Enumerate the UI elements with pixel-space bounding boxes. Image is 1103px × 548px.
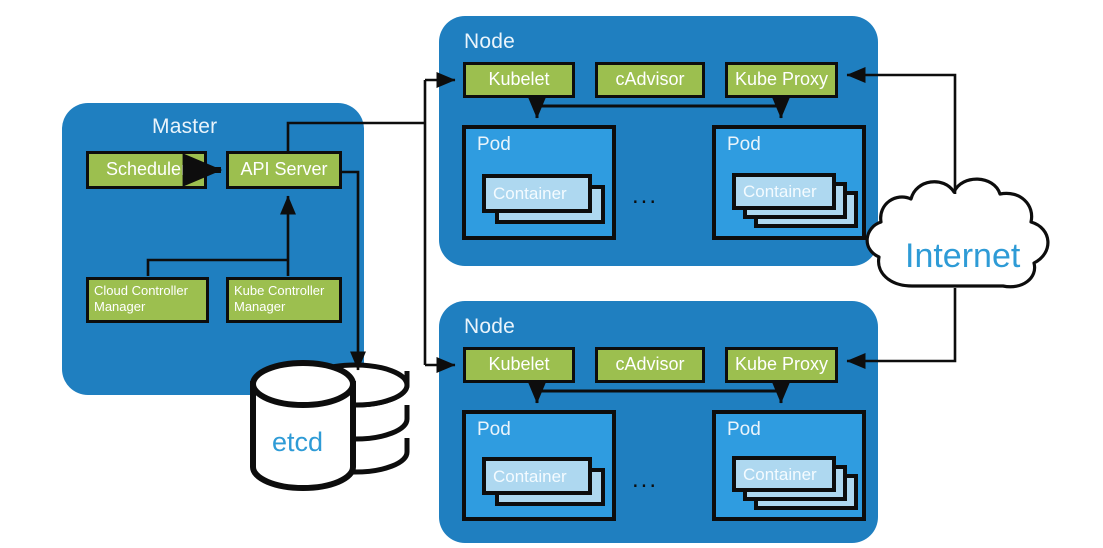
node-1-kubelet-box[interactable]: Kubelet <box>463 62 575 98</box>
etcd-label: etcd <box>272 427 324 457</box>
node-2-pod-2-container-1[interactable]: Container <box>732 456 836 492</box>
node-1-pod-1-container-1[interactable]: Container <box>482 174 592 213</box>
node-2-pod-1[interactable]: Pod Container <box>462 410 616 521</box>
node-1-pod-2-label: Pod <box>727 134 761 155</box>
api-server-box[interactable]: API Server <box>226 151 342 189</box>
kube-controller-manager-box[interactable]: Kube Controller Manager <box>226 277 342 323</box>
node-1-pod-2[interactable]: Pod Container <box>712 125 866 240</box>
node-1-pod-2-container-label: Container <box>743 182 817 201</box>
scheduler-box[interactable]: Scheduler <box>86 151 207 189</box>
node-1-pod-1-container-label: Container <box>493 184 567 203</box>
node-2-pod-1-container-label: Container <box>493 467 567 486</box>
master-group[interactable] <box>62 103 364 395</box>
node-2-pod-2-container-label: Container <box>743 465 817 484</box>
node-1-pod-ellipsis: ... <box>632 182 659 209</box>
node-1-pod-2-container-1[interactable]: Container <box>732 173 836 210</box>
etcd-database-icon[interactable] <box>250 360 410 491</box>
node-2-cadvisor-box[interactable]: cAdvisor <box>595 347 705 383</box>
cloud-controller-manager-box[interactable]: Cloud Controller Manager <box>86 277 209 323</box>
node-1-group-label: Node <box>464 30 516 53</box>
node-2-pod-ellipsis: ... <box>632 466 659 493</box>
diagram-canvas: Master Scheduler API Server Cloud Contro… <box>0 0 1103 548</box>
node-1-kube-proxy-box[interactable]: Kube Proxy <box>725 62 838 98</box>
node-2-kube-proxy-box[interactable]: Kube Proxy <box>725 347 838 383</box>
node-2-pod-1-label: Pod <box>477 419 511 440</box>
node-2-pod-1-container-1[interactable]: Container <box>482 457 592 495</box>
node-2-pod-2-label: Pod <box>727 419 761 440</box>
node-2-kubelet-box[interactable]: Kubelet <box>463 347 575 383</box>
master-group-label: Master <box>152 115 218 138</box>
node-1-pod-1[interactable]: Pod Container <box>462 125 616 240</box>
node-1-pod-1-label: Pod <box>477 134 511 155</box>
node-2-group-label: Node <box>464 315 516 338</box>
node-1-cadvisor-box[interactable]: cAdvisor <box>595 62 705 98</box>
node-2-pod-2[interactable]: Pod Container <box>712 410 866 521</box>
internet-label: Internet <box>905 237 1021 275</box>
